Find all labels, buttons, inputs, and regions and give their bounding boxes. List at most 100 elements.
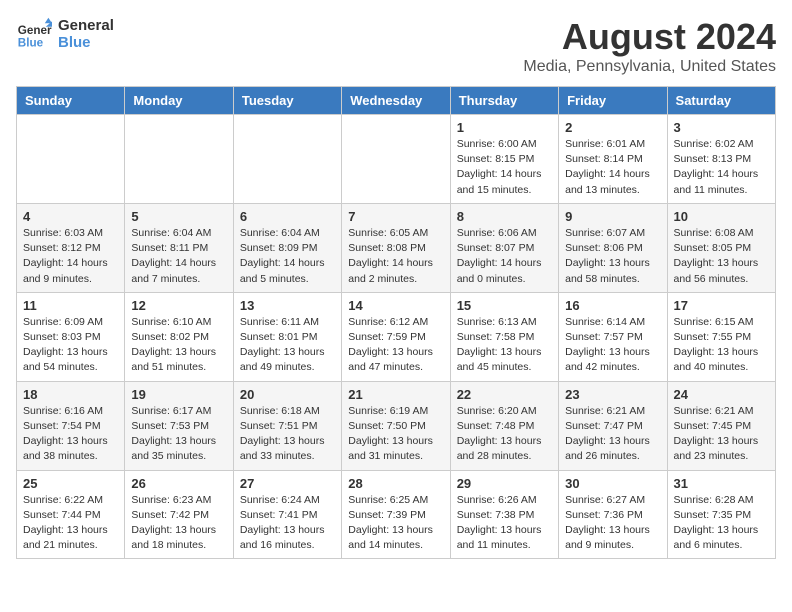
day-info: Sunrise: 6:21 AM Sunset: 7:45 PM Dayligh… [674, 404, 769, 465]
calendar-cell: 20Sunrise: 6:18 AM Sunset: 7:51 PM Dayli… [233, 381, 341, 470]
day-number: 11 [23, 298, 118, 313]
calendar-cell: 27 Sunrise: 6:24 AM Sunset: 7:41 PM Dayli… [233, 470, 341, 559]
day-number: 7 [348, 209, 443, 224]
day-number: 6 [240, 209, 335, 224]
calendar-cell: 26 Sunrise: 6:23 AM Sunset: 7:42 PM Dayli… [125, 470, 233, 559]
day-info: Sunrise: 6:28 AM Sunset: 7:35 PM Dayligh… [674, 493, 769, 554]
calendar-cell: 28Sunrise: 6:25 AM Sunset: 7:39 PM Dayli… [342, 470, 450, 559]
day-info: Sunrise: 6:08 AM Sunset: 8:05 PM Dayligh… [674, 226, 769, 287]
day-number: 8 [457, 209, 552, 224]
day-number: 17 [674, 298, 769, 313]
day-number: 28 [348, 476, 443, 491]
day-info: Sunrise: 6:13 AM Sunset: 7:58 PM Dayligh… [457, 315, 552, 376]
calendar-cell: 24 Sunrise: 6:21 AM Sunset: 7:45 PM Dayli… [667, 381, 775, 470]
day-number: 27 [240, 476, 335, 491]
logo-blue: Blue [58, 34, 114, 51]
day-info: Sunrise: 6:19 AM Sunset: 7:50 PM Dayligh… [348, 404, 443, 465]
calendar-cell: 12 Sunrise: 6:10 AM Sunset: 8:02 PM Dayli… [125, 292, 233, 381]
calendar-cell: 6 Sunrise: 6:04 AM Sunset: 8:09 PM Daylig… [233, 203, 341, 292]
calendar-cell: 18 Sunrise: 6:16 AM Sunset: 7:54 PM Dayli… [17, 381, 125, 470]
day-info: Sunrise: 6:06 AM Sunset: 8:07 PM Dayligh… [457, 226, 552, 287]
day-number: 25 [23, 476, 118, 491]
calendar-cell: 19 Sunrise: 6:17 AM Sunset: 7:53 PM Dayli… [125, 381, 233, 470]
weekday-header-saturday: Saturday [667, 87, 775, 115]
day-number: 16 [565, 298, 660, 313]
calendar-cell: 23 Sunrise: 6:21 AM Sunset: 7:47 PM Dayli… [559, 381, 667, 470]
day-number: 12 [131, 298, 226, 313]
calendar-cell: 13 Sunrise: 6:11 AM Sunset: 8:01 PM Dayli… [233, 292, 341, 381]
day-number: 13 [240, 298, 335, 313]
calendar-week-row: 11Sunrise: 6:09 AM Sunset: 8:03 PM Dayli… [17, 292, 776, 381]
day-info: Sunrise: 6:20 AM Sunset: 7:48 PM Dayligh… [457, 404, 552, 465]
calendar-cell [233, 115, 341, 204]
calendar-week-row: 1 Sunrise: 6:00 AM Sunset: 8:15 PM Daylig… [17, 115, 776, 204]
page-header: General Blue General Blue August 2024 Me… [16, 16, 776, 76]
calendar-cell: 16 Sunrise: 6:14 AM Sunset: 7:57 PM Dayli… [559, 292, 667, 381]
day-number: 19 [131, 387, 226, 402]
day-number: 5 [131, 209, 226, 224]
calendar-cell: 15 Sunrise: 6:13 AM Sunset: 7:58 PM Dayli… [450, 292, 558, 381]
calendar-cell: 21 Sunrise: 6:19 AM Sunset: 7:50 PM Dayli… [342, 381, 450, 470]
weekday-header-friday: Friday [559, 87, 667, 115]
calendar-cell: 8 Sunrise: 6:06 AM Sunset: 8:07 PM Daylig… [450, 203, 558, 292]
calendar-cell: 10 Sunrise: 6:08 AM Sunset: 8:05 PM Dayli… [667, 203, 775, 292]
day-info: Sunrise: 6:24 AM Sunset: 7:41 PM Dayligh… [240, 493, 335, 554]
day-number: 30 [565, 476, 660, 491]
day-info: Sunrise: 6:00 AM Sunset: 8:15 PM Dayligh… [457, 137, 552, 198]
logo-general: General [58, 17, 114, 34]
calendar-week-row: 4 Sunrise: 6:03 AM Sunset: 8:12 PM Daylig… [17, 203, 776, 292]
day-info: Sunrise: 6:16 AM Sunset: 7:54 PM Dayligh… [23, 404, 118, 465]
calendar-cell: 14 Sunrise: 6:12 AM Sunset: 7:59 PM Dayli… [342, 292, 450, 381]
day-number: 23 [565, 387, 660, 402]
logo-icon: General Blue [16, 16, 52, 52]
day-info: Sunrise: 6:04 AM Sunset: 8:09 PM Dayligh… [240, 226, 335, 287]
calendar-cell: 29 Sunrise: 6:26 AM Sunset: 7:38 PM Dayli… [450, 470, 558, 559]
day-info: Sunrise: 6:23 AM Sunset: 7:42 PM Dayligh… [131, 493, 226, 554]
calendar-cell [342, 115, 450, 204]
day-number: 20 [240, 387, 335, 402]
day-info: Sunrise: 6:03 AM Sunset: 8:12 PM Dayligh… [23, 226, 118, 287]
calendar-week-row: 25 Sunrise: 6:22 AM Sunset: 7:44 PM Dayli… [17, 470, 776, 559]
calendar-cell: 4 Sunrise: 6:03 AM Sunset: 8:12 PM Daylig… [17, 203, 125, 292]
logo: General Blue General Blue [16, 16, 114, 52]
day-number: 26 [131, 476, 226, 491]
day-info: Sunrise: 6:12 AM Sunset: 7:59 PM Dayligh… [348, 315, 443, 376]
day-number: 22 [457, 387, 552, 402]
day-number: 10 [674, 209, 769, 224]
day-info: Sunrise: 6:01 AM Sunset: 8:14 PM Dayligh… [565, 137, 660, 198]
day-info: Sunrise: 6:05 AM Sunset: 8:08 PM Dayligh… [348, 226, 443, 287]
calendar-cell: 1 Sunrise: 6:00 AM Sunset: 8:15 PM Daylig… [450, 115, 558, 204]
calendar-cell: 9Sunrise: 6:07 AM Sunset: 8:06 PM Daylig… [559, 203, 667, 292]
day-info: Sunrise: 6:10 AM Sunset: 8:02 PM Dayligh… [131, 315, 226, 376]
calendar-cell: 30 Sunrise: 6:27 AM Sunset: 7:36 PM Dayli… [559, 470, 667, 559]
day-info: Sunrise: 6:27 AM Sunset: 7:36 PM Dayligh… [565, 493, 660, 554]
weekday-header-wednesday: Wednesday [342, 87, 450, 115]
calendar-week-row: 18 Sunrise: 6:16 AM Sunset: 7:54 PM Dayli… [17, 381, 776, 470]
day-number: 9 [565, 209, 660, 224]
calendar-cell: 17Sunrise: 6:15 AM Sunset: 7:55 PM Dayli… [667, 292, 775, 381]
title-block: August 2024 Media, Pennsylvania, United … [523, 16, 776, 76]
day-number: 4 [23, 209, 118, 224]
calendar-cell: 25 Sunrise: 6:22 AM Sunset: 7:44 PM Dayli… [17, 470, 125, 559]
day-number: 1 [457, 120, 552, 135]
calendar-cell: 31Sunrise: 6:28 AM Sunset: 7:35 PM Dayli… [667, 470, 775, 559]
day-number: 29 [457, 476, 552, 491]
day-number: 21 [348, 387, 443, 402]
day-info: Sunrise: 6:22 AM Sunset: 7:44 PM Dayligh… [23, 493, 118, 554]
day-number: 15 [457, 298, 552, 313]
calendar-cell [17, 115, 125, 204]
calendar-cell [125, 115, 233, 204]
day-info: Sunrise: 6:17 AM Sunset: 7:53 PM Dayligh… [131, 404, 226, 465]
day-info: Sunrise: 6:21 AM Sunset: 7:47 PM Dayligh… [565, 404, 660, 465]
day-info: Sunrise: 6:04 AM Sunset: 8:11 PM Dayligh… [131, 226, 226, 287]
weekday-header-tuesday: Tuesday [233, 87, 341, 115]
calendar-cell: 11Sunrise: 6:09 AM Sunset: 8:03 PM Dayli… [17, 292, 125, 381]
day-info: Sunrise: 6:11 AM Sunset: 8:01 PM Dayligh… [240, 315, 335, 376]
day-info: Sunrise: 6:14 AM Sunset: 7:57 PM Dayligh… [565, 315, 660, 376]
day-info: Sunrise: 6:26 AM Sunset: 7:38 PM Dayligh… [457, 493, 552, 554]
day-number: 24 [674, 387, 769, 402]
day-number: 14 [348, 298, 443, 313]
weekday-header-row: SundayMondayTuesdayWednesdayThursdayFrid… [17, 87, 776, 115]
day-number: 18 [23, 387, 118, 402]
calendar-cell: 2Sunrise: 6:01 AM Sunset: 8:14 PM Daylig… [559, 115, 667, 204]
